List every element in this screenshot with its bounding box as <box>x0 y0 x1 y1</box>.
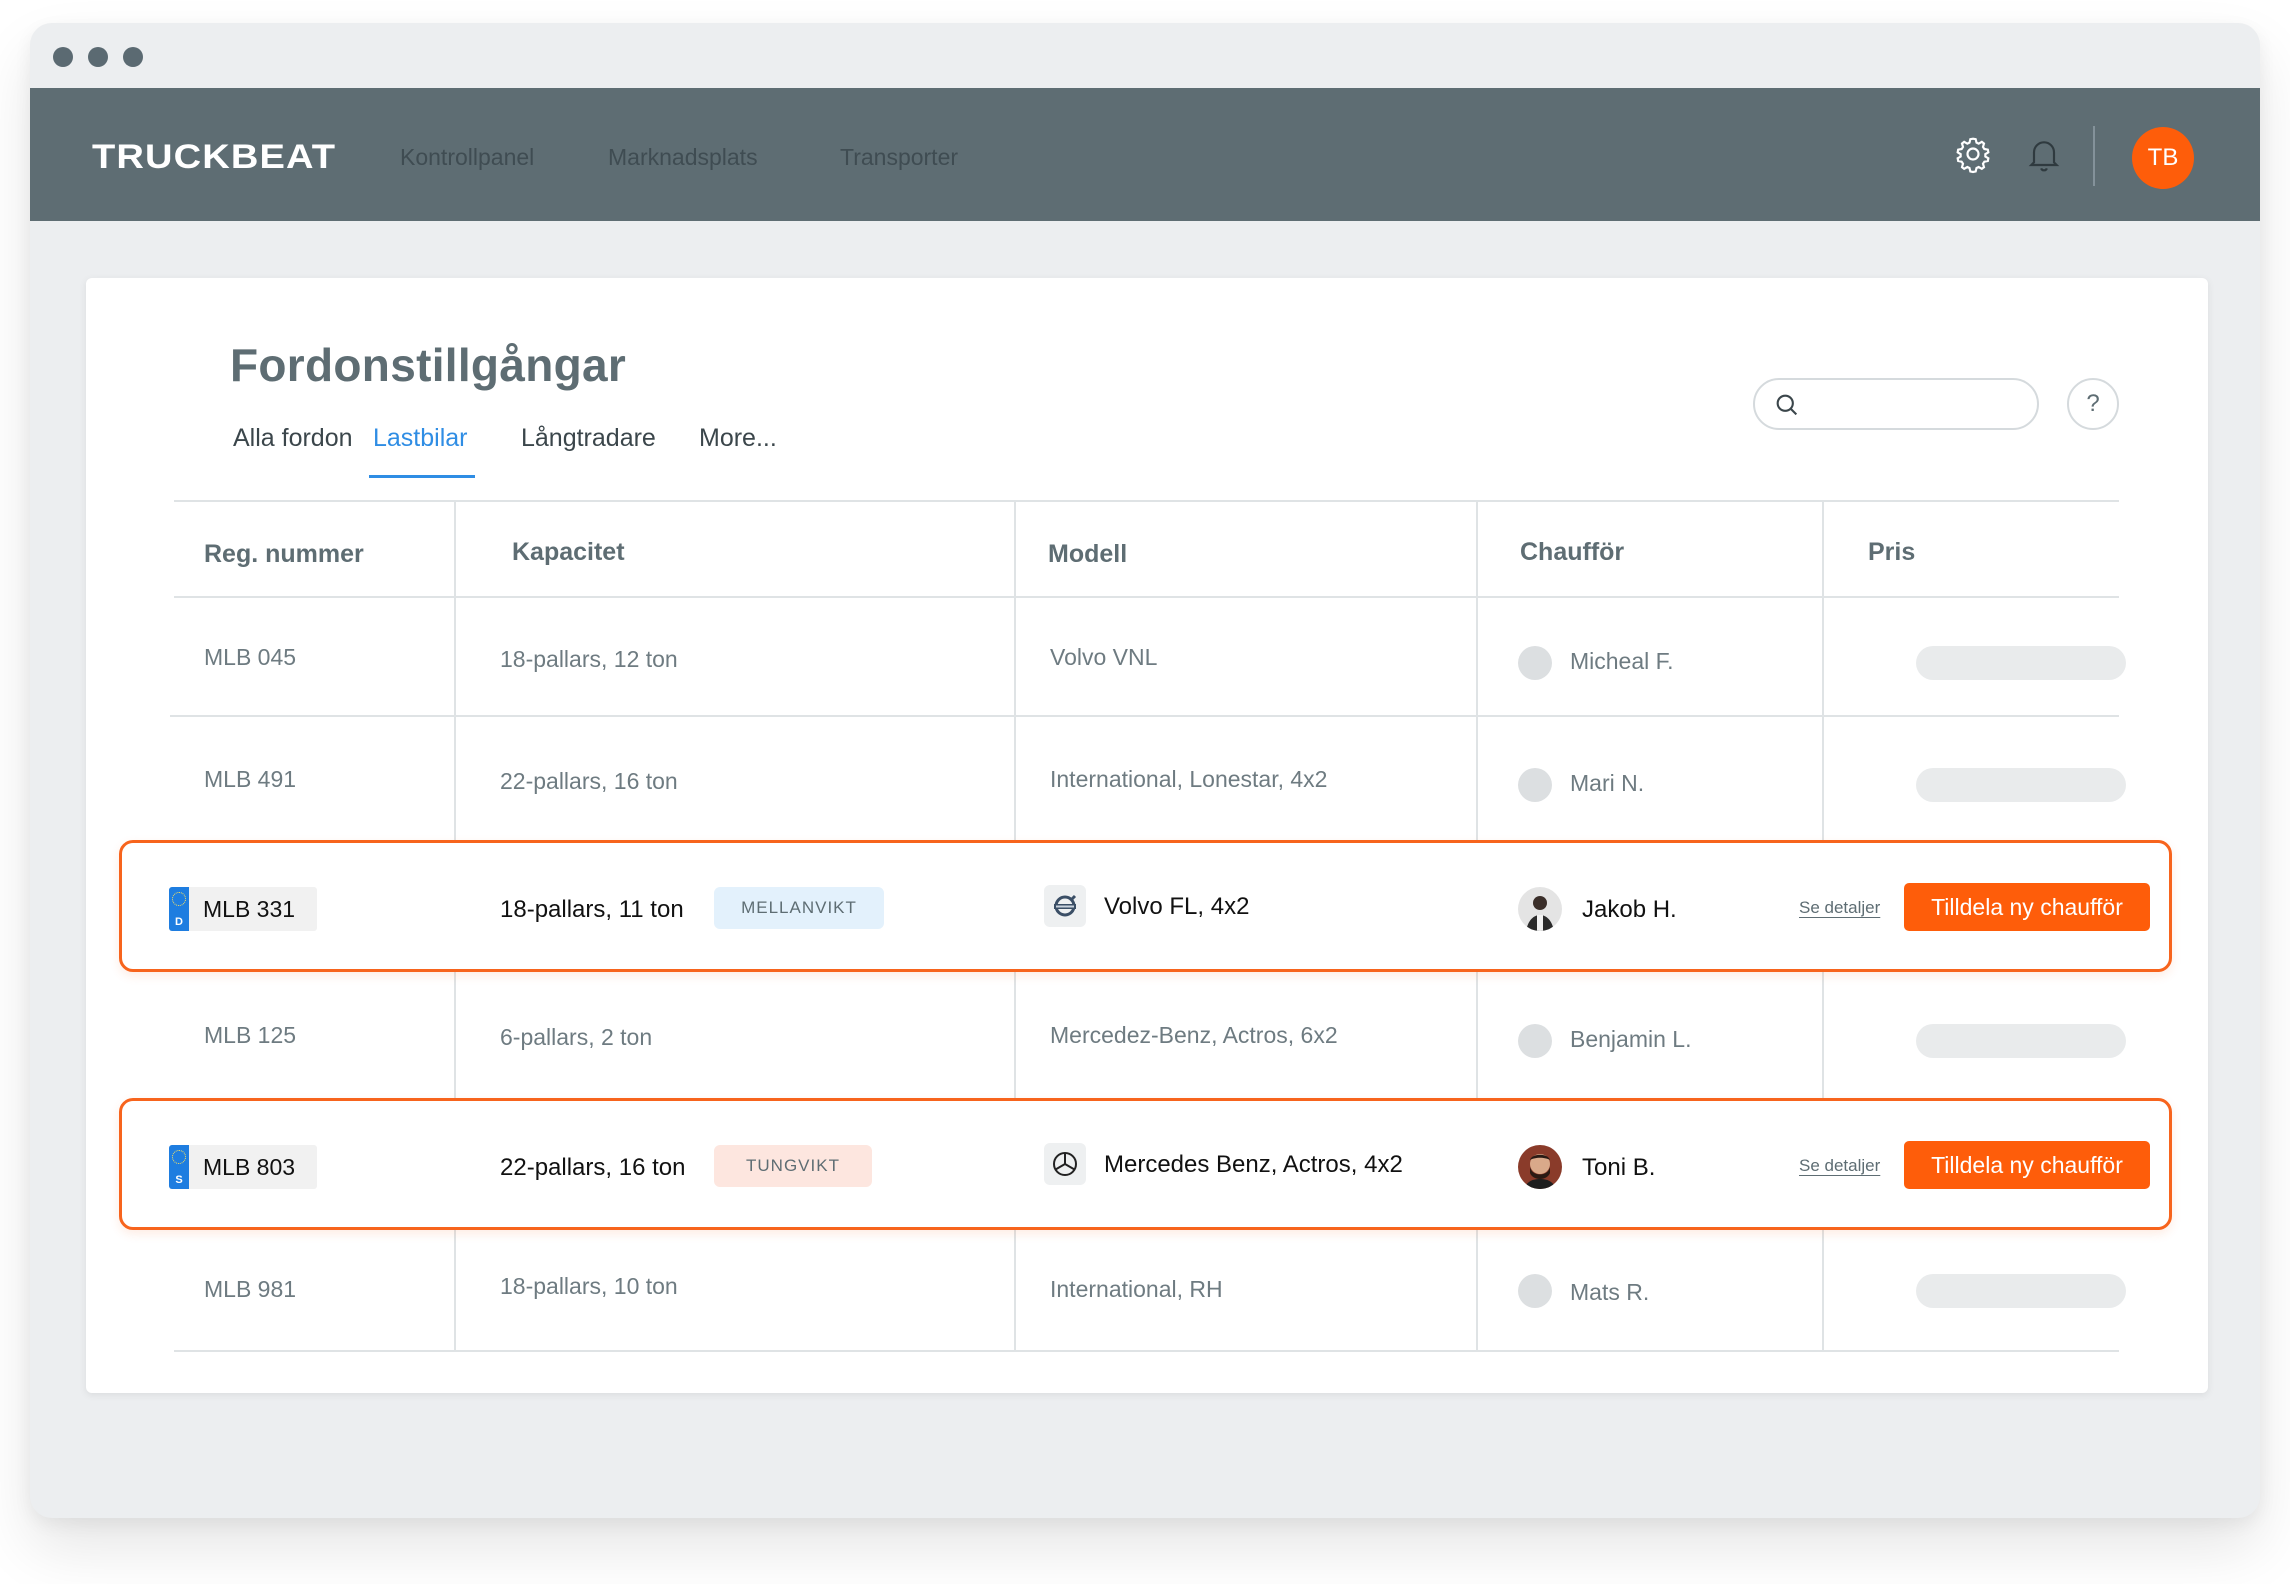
row-capacity: 18-pallars, 10 ton <box>500 1273 678 1299</box>
row-driver: Toni B. <box>1582 1154 1656 1181</box>
price-skeleton <box>1916 646 2126 680</box>
row-reg: MLB 125 <box>204 1022 297 1048</box>
license-plate: D MLB 331 <box>169 887 318 931</box>
weight-class-badge: MELLANVIKT <box>714 887 884 929</box>
table-top-border <box>174 500 2119 502</box>
row-driver: Micheal F. <box>1570 648 1674 674</box>
help-button[interactable]: ? <box>2067 378 2119 430</box>
row-driver: Benjamin L. <box>1570 1026 1692 1052</box>
price-skeleton <box>1916 1024 2126 1058</box>
row-reg: MLB 045 <box>204 644 297 670</box>
row-reg: MLB 981 <box>204 1276 297 1302</box>
window-titlebar <box>30 23 2260 88</box>
price-skeleton <box>1916 768 2126 802</box>
tab-langtradare[interactable]: Långtradare <box>521 424 656 453</box>
row-capacity: 22-pallars, 16 ton <box>500 1154 686 1181</box>
search-input[interactable] <box>1753 378 2039 430</box>
driver-avatar-placeholder <box>1518 1274 1552 1308</box>
header-chauffor[interactable]: Chaufför <box>1520 538 1624 567</box>
assign-driver-button[interactable]: Tilldela ny chaufför <box>1904 1141 2150 1189</box>
eu-flag-icon: S <box>169 1145 189 1189</box>
page-title: Fordonstillgångar <box>230 339 627 391</box>
search-icon <box>1773 391 1801 424</box>
row-model: Mercedez-Benz, Actros, 6x2 <box>1050 1022 1338 1048</box>
row-capacity: 18-pallars, 12 ton <box>500 646 678 672</box>
active-tab-indicator <box>369 475 475 478</box>
row-model: International, RH <box>1050 1276 1223 1302</box>
nav-link-transporter[interactable]: Transporter <box>840 144 958 171</box>
row-capacity: 6-pallars, 2 ton <box>500 1024 653 1050</box>
eu-flag-icon: D <box>169 887 189 931</box>
driver-avatar <box>1518 887 1562 931</box>
row-reg: MLB 331 <box>203 896 296 922</box>
row-capacity: 18-pallars, 11 ton <box>500 896 684 923</box>
nav-link-kontrollpanel[interactable]: Kontrollpanel <box>400 144 534 171</box>
see-details-link[interactable]: Se detaljer <box>1799 898 1880 918</box>
top-navbar: TRUCKBEAT Kontrollpanel Marknadsplats Tr… <box>30 88 2260 221</box>
assign-driver-button[interactable]: Tilldela ny chaufför <box>1904 883 2150 931</box>
tab-more[interactable]: More... <box>699 424 777 453</box>
row-reg: MLB 803 <box>203 1154 296 1180</box>
row-model: Volvo FL, 4x2 <box>1104 893 1250 920</box>
driver-avatar <box>1518 1145 1562 1189</box>
row-divider <box>170 715 2119 717</box>
see-details-link[interactable]: Se detaljer <box>1799 1156 1880 1176</box>
window-close-dot[interactable] <box>53 47 73 67</box>
window-maximize-dot[interactable] <box>123 47 143 67</box>
row-model: International, Lonestar, 4x2 <box>1050 766 1328 792</box>
mercedes-logo-icon <box>1044 1143 1086 1185</box>
tab-lastbilar[interactable]: Lastbilar <box>373 424 468 453</box>
table-row-highlighted[interactable]: S MLB 803 22-pallars, 16 ton TUNGVIKT Me… <box>119 1098 2172 1230</box>
gear-icon[interactable] <box>1950 131 1996 177</box>
header-kapacitet[interactable]: Kapacitet <box>512 538 625 567</box>
driver-avatar-placeholder <box>1518 1024 1552 1058</box>
price-skeleton <box>1916 1274 2126 1308</box>
user-avatar[interactable]: TB <box>2132 127 2194 189</box>
header-divider <box>174 596 2119 598</box>
driver-avatar-placeholder <box>1518 646 1552 680</box>
tab-alla-fordon[interactable]: Alla fordon <box>233 424 353 453</box>
driver-avatar-placeholder <box>1518 768 1552 802</box>
header-modell[interactable]: Modell <box>1048 540 1127 569</box>
header-reg-nummer[interactable]: Reg. nummer <box>204 540 364 569</box>
nav-link-marknadsplats[interactable]: Marknadsplats <box>608 144 758 171</box>
row-model: Mercedes Benz, Actros, 4x2 <box>1104 1151 1403 1178</box>
app-window: TRUCKBEAT Kontrollpanel Marknadsplats Tr… <box>30 23 2260 1518</box>
row-reg: MLB 491 <box>204 766 297 792</box>
nav-divider <box>2093 126 2095 186</box>
brand-logo[interactable]: TRUCKBEAT <box>92 138 336 177</box>
table-row-highlighted[interactable]: D MLB 331 18-pallars, 11 ton MELLANVIKT … <box>119 840 2172 972</box>
row-capacity: 22-pallars, 16 ton <box>500 768 678 794</box>
vehicle-card: Fordonstillgångar Alla fordon Lastbilar … <box>86 278 2208 1393</box>
bell-icon[interactable] <box>2021 131 2067 177</box>
license-plate: S MLB 803 <box>169 1145 318 1189</box>
row-driver: Mari N. <box>1570 770 1645 796</box>
table-bottom-border <box>174 1350 2119 1352</box>
row-driver: Jakob H. <box>1582 896 1677 923</box>
weight-class-badge: TUNGVIKT <box>714 1145 872 1187</box>
row-driver: Mats R. <box>1570 1279 1650 1305</box>
volvo-logo-icon <box>1044 885 1086 927</box>
window-minimize-dot[interactable] <box>88 47 108 67</box>
header-pris[interactable]: Pris <box>1868 538 1915 567</box>
row-model: Volvo VNL <box>1050 644 1158 670</box>
